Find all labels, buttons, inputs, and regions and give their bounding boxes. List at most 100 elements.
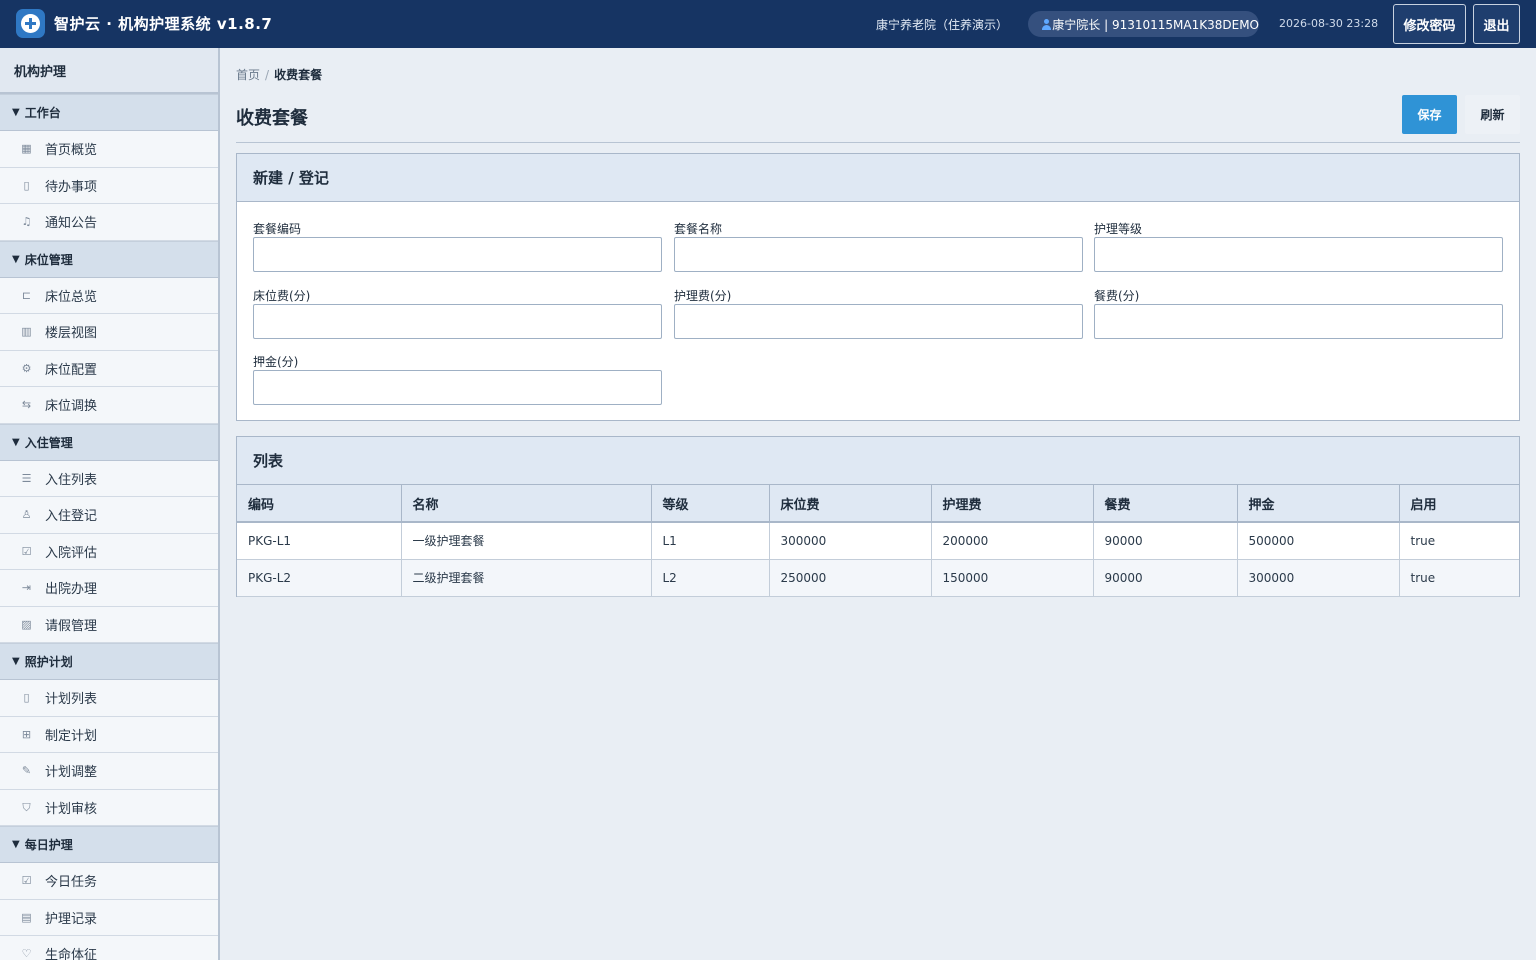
sidebar-item-notice[interactable]: ♫ 通知公告 (0, 204, 218, 241)
gear-icon: ⚙ (21, 361, 32, 375)
field-deposit: 押金(分) (253, 353, 662, 405)
sidebar-group-daily-care[interactable]: ▼ 每日护理 (0, 826, 218, 863)
sidebar-item-overview[interactable]: ▦ 首页概览 (0, 131, 218, 168)
page-title: 收费套餐 (236, 108, 308, 129)
caret-down-icon: ▼ (12, 253, 20, 265)
grid-icon: ▦ (21, 142, 32, 156)
cell-meal-fee: 90000 (1093, 522, 1238, 560)
sidebar-item-care-records[interactable]: ▤ 护理记录 (0, 899, 218, 936)
column-header-name[interactable]: 名称 (401, 485, 652, 523)
user-add-icon: ♙ (21, 508, 32, 522)
list-panel: 列表 编码 名称 等级 床位费 护理费 餐费 押金 启用 PKG-L1 一级护理… (236, 436, 1520, 597)
caret-down-icon: ▼ (12, 107, 20, 118)
logout-button[interactable]: 退出 (1473, 4, 1520, 44)
sidebar-item-discharge[interactable]: ⇥ 出院办理 (0, 570, 218, 607)
cell-level: L2 (651, 559, 770, 597)
caret-down-icon: ▼ (12, 656, 20, 667)
sidebar-item-bed-config[interactable]: ⚙ 床位配置 (0, 350, 218, 387)
sidebar-item-plan-adjust[interactable]: ✎ 计划调整 (0, 753, 218, 790)
cell-bed-fee: 300000 (769, 522, 932, 560)
cell-deposit: 300000 (1237, 559, 1400, 597)
sidebar-group-care-plan[interactable]: ▼ 照护计划 (0, 643, 218, 680)
notebook-icon: ▤ (21, 910, 32, 924)
caret-down-icon: ▼ (12, 436, 20, 448)
building-icon: ▥ (21, 325, 32, 339)
deposit-input[interactable] (253, 370, 662, 405)
field-bed-fee: 床位费(分) (253, 287, 662, 339)
sidebar-item-plan-list[interactable]: ▯ 计划列表 (0, 680, 218, 717)
cell-deposit: 500000 (1237, 522, 1400, 560)
sidebar-item-today-tasks[interactable]: ☑ 今日任务 (0, 863, 218, 900)
cell-enabled: true (1399, 522, 1519, 560)
field-package-code: 套餐编码 (253, 220, 662, 272)
column-header-enabled[interactable]: 启用 (1399, 485, 1519, 523)
cell-name: 二级护理套餐 (401, 559, 652, 597)
list-panel-title: 列表 (237, 437, 1519, 485)
sidebar-item-bed-swap[interactable]: ⇆ 床位调换 (0, 387, 218, 424)
table-header-row: 编码 名称 等级 床位费 护理费 餐费 押金 启用 (237, 485, 1519, 523)
column-header-deposit[interactable]: 押金 (1237, 485, 1400, 523)
sidebar-item-todo[interactable]: ▯ 待办事项 (0, 167, 218, 204)
user-icon (1041, 18, 1052, 30)
caret-down-icon: ▼ (12, 839, 20, 850)
shield-icon: ⛉ (22, 800, 31, 814)
sidebar-item-admission-register[interactable]: ♙ 入住登记 (0, 497, 218, 534)
sidebar-item-assessment[interactable]: ☑ 入院评估 (0, 533, 218, 570)
bed-fee-input[interactable] (253, 304, 662, 339)
organization-name: 康宁养老院（住养演示） (876, 18, 1009, 32)
current-datetime: 2026-08-30 23:28 (1279, 17, 1379, 30)
sidebar-group-workbench[interactable]: ▼ 工作台 (0, 94, 218, 131)
column-header-meal-fee[interactable]: 餐费 (1093, 485, 1238, 523)
cell-meal-fee: 90000 (1093, 559, 1238, 597)
create-form-panel: 新建 / 登记 套餐编码 套餐名称 护理等级 床位费(分) 护理费(分) 餐费(… (236, 153, 1520, 421)
column-header-care-fee[interactable]: 护理费 (931, 485, 1094, 523)
title-divider (236, 142, 1520, 143)
meal-fee-input[interactable] (1094, 304, 1503, 339)
field-care-fee: 护理费(分) (674, 287, 1083, 339)
sidebar-item-leave[interactable]: ▨ 请假管理 (0, 606, 218, 643)
care-fee-input[interactable] (674, 304, 1083, 339)
sidebar-item-admission-list[interactable]: ☰ 入住列表 (0, 460, 218, 497)
package-code-input[interactable] (253, 237, 662, 272)
table-row[interactable]: PKG-L2 二级护理套餐 L2 250000 150000 90000 300… (237, 559, 1519, 597)
bed-icon: ⊏ (21, 288, 32, 302)
heart-pulse-icon: ♡ (21, 947, 32, 960)
exit-icon: ⇥ (21, 581, 32, 595)
sidebar-item-vital-signs[interactable]: ♡ 生命体征 (0, 936, 218, 960)
sidebar-group-admission[interactable]: ▼ 入住管理 (0, 423, 218, 461)
top-bar: 智护云 · 机构护理系统 v1.8.7 康宁养老院（住养演示） 康宁院长 | 9… (0, 0, 1536, 48)
change-password-button[interactable]: 修改密码 (1393, 4, 1466, 44)
calendar-off-icon: ▨ (21, 617, 32, 631)
sidebar-item-plan-create[interactable]: ⊞ 制定计划 (0, 716, 218, 753)
sidebar: 机构护理 ▼ 工作台 ▦ 首页概览 ▯ 待办事项 ♫ 通知公告 ▼ 床位管理 ⊏ 床位总览 … (0, 48, 220, 960)
form-panel-title: 新建 / 登记 (237, 154, 1519, 202)
save-button[interactable]: 保存 (1402, 95, 1457, 134)
table-row[interactable]: PKG-L1 一级护理套餐 L1 300000 200000 90000 500… (237, 522, 1519, 560)
sidebar-item-plan-review[interactable]: ⛉ 计划审核 (0, 789, 218, 826)
cell-bed-fee: 250000 (769, 559, 932, 597)
swap-icon: ⇆ (21, 398, 32, 412)
file-add-icon: ⊞ (21, 727, 32, 741)
cell-name: 一级护理套餐 (401, 522, 652, 560)
cell-code: PKG-L2 (237, 559, 402, 597)
breadcrumb-home-link[interactable]: 首页 (236, 68, 260, 82)
field-meal-fee: 餐费(分) (1094, 287, 1503, 339)
column-header-code[interactable]: 编码 (237, 485, 402, 523)
sidebar-group-bed[interactable]: ▼ 床位管理 (0, 240, 218, 278)
column-header-bed-fee[interactable]: 床位费 (769, 485, 932, 523)
cell-level: L1 (651, 522, 770, 560)
clipboard-icon: ▯ (23, 691, 30, 705)
bell-icon: ♫ (21, 215, 32, 229)
cell-code: PKG-L1 (237, 522, 402, 560)
package-name-input[interactable] (674, 237, 1083, 272)
app-logo-icon (16, 9, 45, 38)
checkbox-icon: ☑ (21, 874, 32, 888)
care-level-input[interactable] (1094, 237, 1503, 272)
field-package-name: 套餐名称 (674, 220, 1083, 272)
cell-enabled: true (1399, 559, 1519, 597)
sidebar-item-bed-overview[interactable]: ⊏ 床位总览 (0, 277, 218, 314)
cell-care-fee: 200000 (931, 522, 1094, 560)
sidebar-item-floor-view[interactable]: ▥ 楼层视图 (0, 314, 218, 351)
refresh-button[interactable]: 刷新 (1465, 95, 1520, 134)
column-header-level[interactable]: 等级 (651, 485, 770, 523)
